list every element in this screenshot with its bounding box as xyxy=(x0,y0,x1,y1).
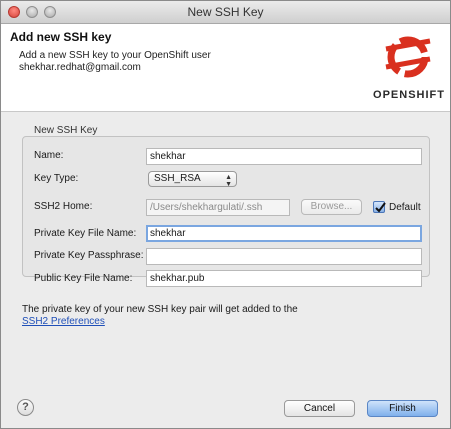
openshift-wordmark: OPENSHIFT xyxy=(373,89,445,101)
ssh-key-group: Name: shekhar Key Type: SSH_RSA ▲ ▼ SSH2 … xyxy=(22,136,430,287)
browse-button[interactable]: Browse... xyxy=(301,199,362,215)
group-label: New SSH Key xyxy=(34,125,98,136)
checkmark-icon xyxy=(375,202,386,213)
dialog-window: New SSH Key Add new SSH key Add a new SS… xyxy=(0,0,451,429)
default-checkbox[interactable] xyxy=(373,201,386,213)
dialog-header: Add new SSH key Add a new SSH key to you… xyxy=(1,24,450,112)
info-text: The private key of your new SSH key pair… xyxy=(22,304,298,315)
window-title: New SSH Key xyxy=(187,5,264,19)
key-type-select[interactable]: SSH_RSA ▲ ▼ xyxy=(148,171,237,188)
name-field[interactable]: shekhar xyxy=(146,148,422,165)
passphrase-field[interactable] xyxy=(146,248,422,265)
cancel-button[interactable]: Cancel xyxy=(284,400,355,417)
updown-arrows-icon: ▲ ▼ xyxy=(225,174,232,188)
private-key-file-field[interactable]: shekhar xyxy=(146,225,422,242)
name-label: Name: xyxy=(34,150,64,161)
title-bar: New SSH Key xyxy=(1,1,450,24)
public-key-file-label: Public Key File Name: xyxy=(34,273,133,284)
header-description: Add a new SSH key to your OpenShift user… xyxy=(19,50,211,73)
ssh2-home-label: SSH2 Home: xyxy=(34,201,93,212)
default-label: Default xyxy=(389,202,421,213)
help-icon[interactable]: ? xyxy=(17,399,34,416)
key-type-value: SSH_RSA xyxy=(154,173,201,184)
ssh2-preferences-link[interactable]: SSH2 Preferences xyxy=(22,316,105,327)
key-type-label: Key Type: xyxy=(34,173,79,184)
header-title: Add new SSH key xyxy=(10,30,112,44)
public-key-file-field[interactable]: shekhar.pub xyxy=(146,270,422,287)
passphrase-label: Private Key Passphrase: xyxy=(34,250,144,261)
private-key-file-label: Private Key File Name: xyxy=(34,228,137,239)
finish-button[interactable]: Finish xyxy=(367,400,438,417)
ssh2-home-field: /Users/shekhargulati/.ssh xyxy=(146,199,290,216)
